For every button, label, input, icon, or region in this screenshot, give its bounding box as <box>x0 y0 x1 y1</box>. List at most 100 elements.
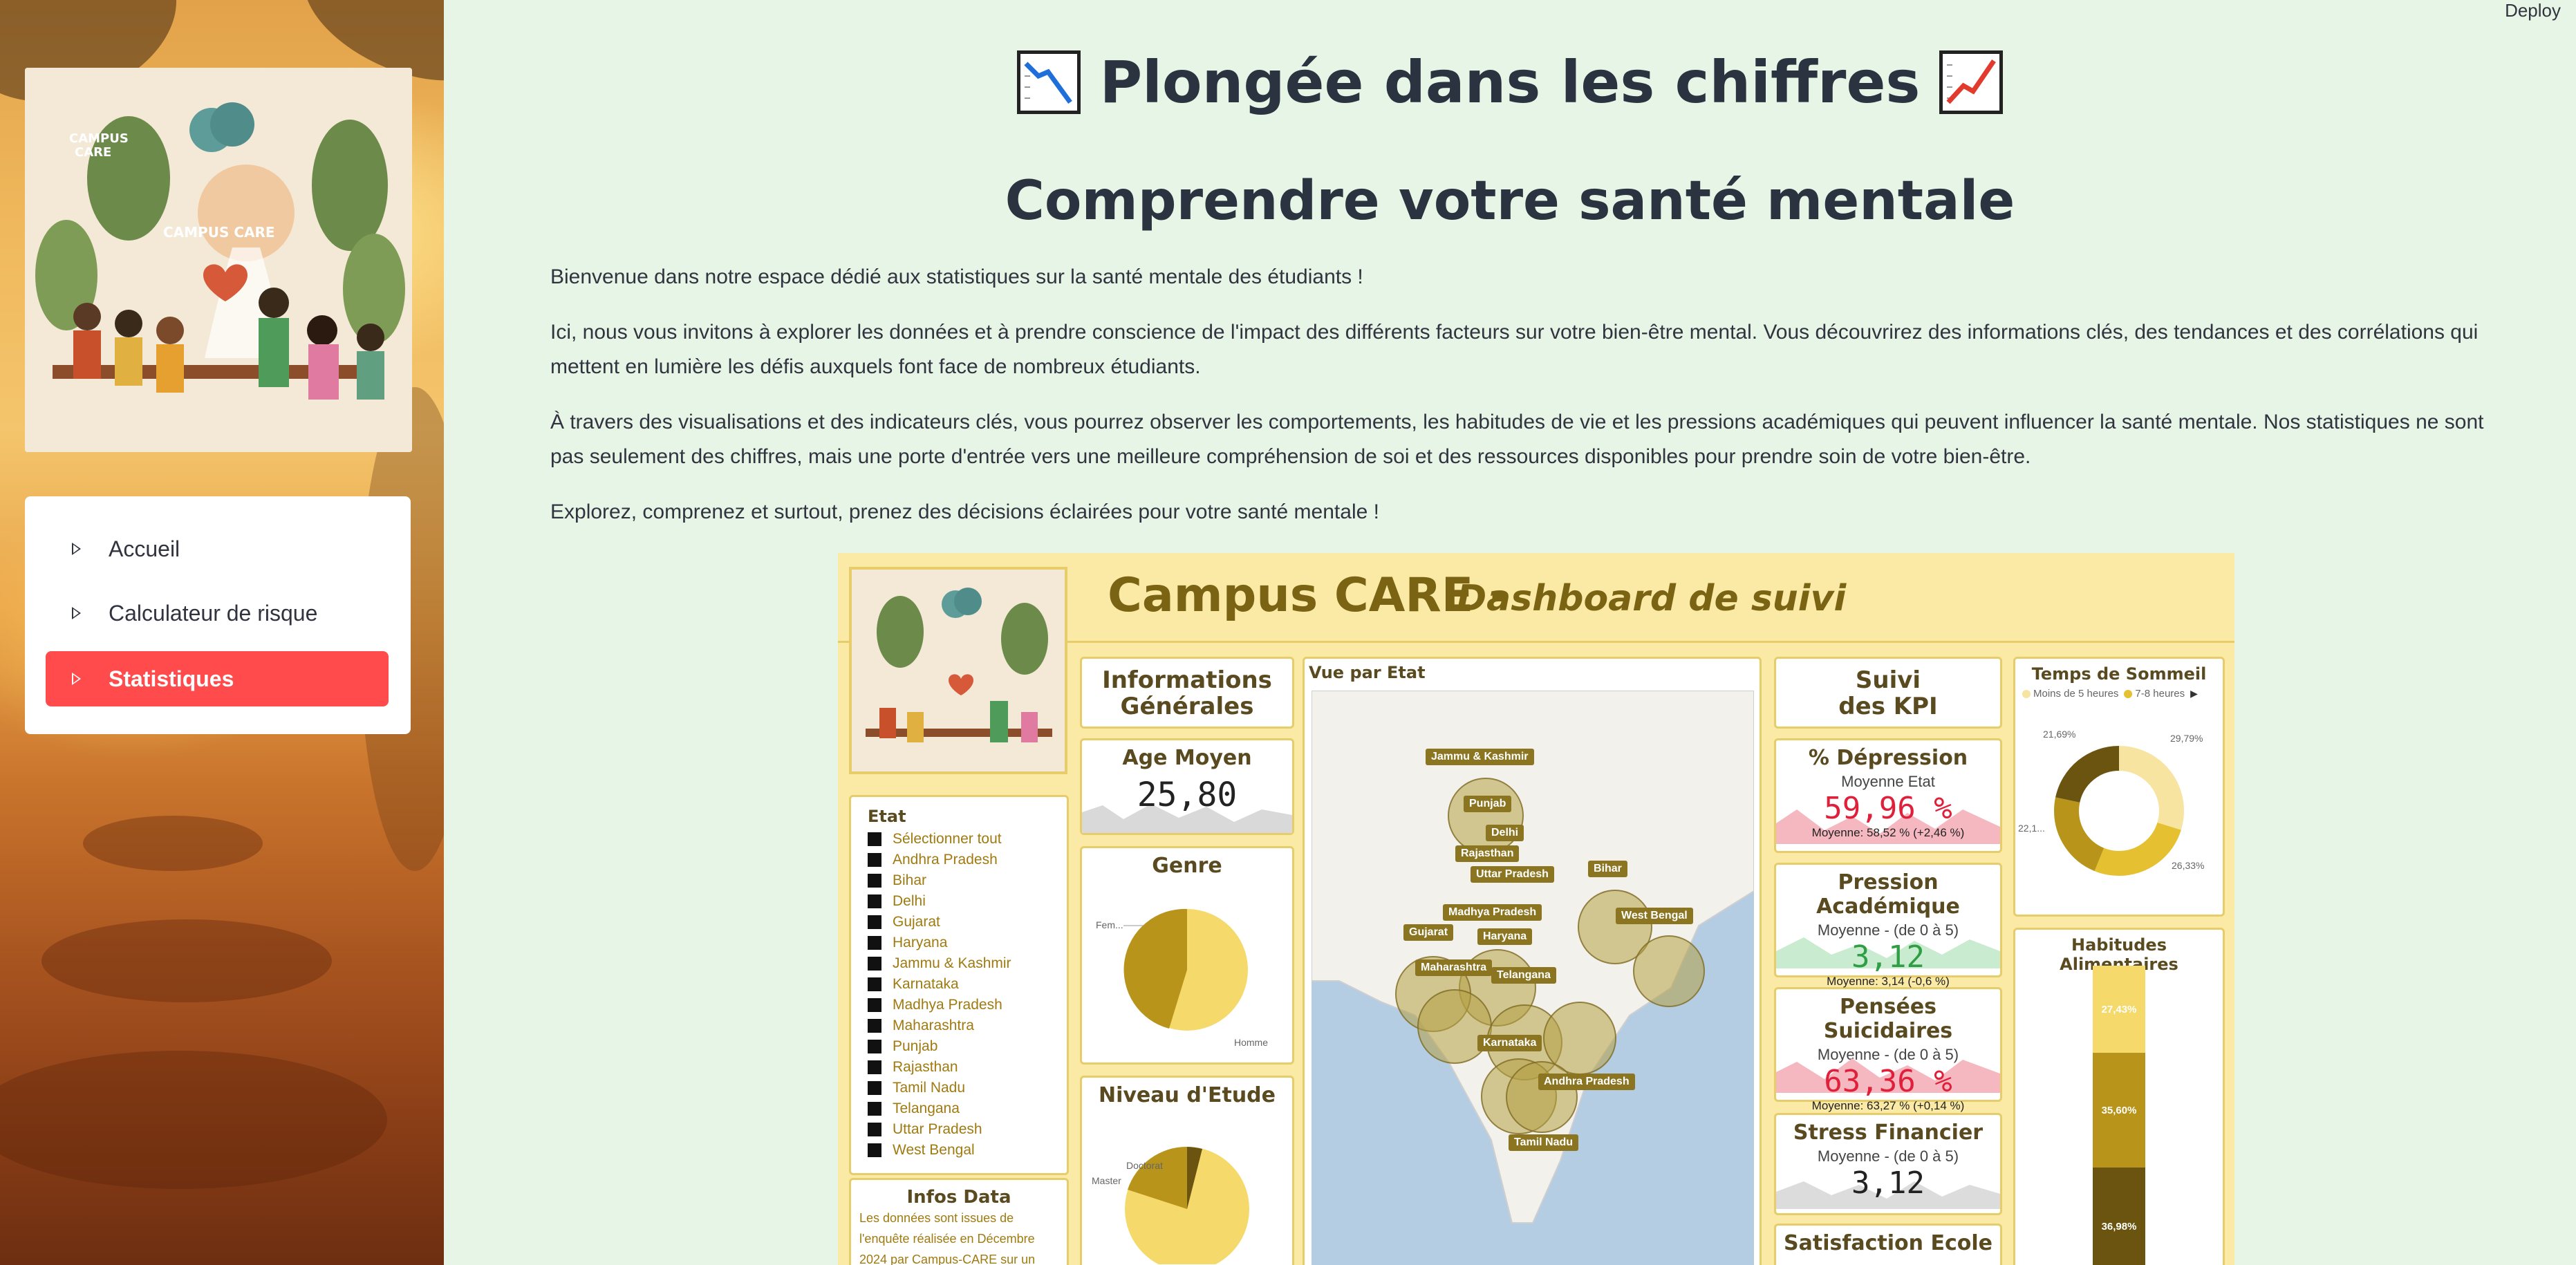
etat-filter-item[interactable]: Sélectionner tout <box>868 829 1067 850</box>
checkbox-icon <box>868 936 881 950</box>
infos-data-title: Infos Data <box>906 1187 1011 1208</box>
etat-label: Sélectionner tout <box>893 831 1002 847</box>
kpi-title: Pensées Suicidaires <box>1823 995 1953 1043</box>
etat-label: Jammu & Kashmir <box>893 955 1011 971</box>
checkbox-icon <box>868 998 881 1012</box>
checkbox-icon <box>868 1019 881 1033</box>
dashboard-title: Campus CARE - <box>1108 568 1510 623</box>
etat-label: West Bengal <box>893 1142 975 1158</box>
etat-filter-item[interactable]: Rajasthan <box>868 1057 1067 1078</box>
genre-label: Homme <box>1234 1037 1268 1048</box>
play-arrow-icon <box>72 543 81 555</box>
chart-decreasing-icon <box>1016 50 1081 114</box>
chart-increasing-icon <box>1939 50 2004 114</box>
etat-label: Haryana <box>893 935 948 950</box>
etat-filter-item[interactable]: Madhya Pradesh <box>868 995 1067 1015</box>
sommeil-pct-label: 26,33% <box>2172 860 2204 871</box>
etat-filter-item[interactable]: West Bengal <box>868 1140 1067 1161</box>
etat-filter-item[interactable]: Punjab <box>868 1036 1067 1057</box>
kpi-footnote: Moyenne: 58,52 % (+2,46 %) <box>1811 826 1965 839</box>
intro-paragraph: Bienvenue dans notre espace dédié aux st… <box>550 265 1363 288</box>
etat-filter-item[interactable]: Andhra Pradesh <box>868 850 1067 870</box>
checkbox-icon <box>868 1143 881 1157</box>
map-label-delhi: Delhi <box>1486 825 1524 841</box>
map-label-gujarat: Gujarat <box>1403 924 1454 941</box>
kpi-subtitle: Moyenne - (de 0 à 5) <box>1817 1147 1959 1165</box>
kpi-card-pensees-suicidaires: Pensées Suicidaires Moyenne - (de 0 à 5)… <box>1774 987 2002 1112</box>
kpi-title: Pression Académique <box>1816 870 1960 919</box>
etat-label: Telangana <box>893 1100 960 1116</box>
checkbox-icon <box>868 853 881 867</box>
map-label-west-bengal: West Bengal <box>1616 908 1693 924</box>
checkbox-icon <box>868 894 881 908</box>
checkbox-icon <box>868 957 881 971</box>
nav-item-label: Calculateur de risque <box>109 600 318 626</box>
etat-label: Delhi <box>893 893 926 909</box>
campus-care-logo-art: CAMPUS CARE CAMPUS CARE <box>25 68 412 452</box>
niveau-etude-title: Niveau d'Etude <box>1098 1083 1276 1107</box>
kpi-card-stress-financier: Stress Financier Moyenne - (de 0 à 5) 3,… <box>1774 1113 2002 1215</box>
habitudes-bar-segment: 27,43% <box>2093 966 2145 1053</box>
svg-text:CAMPUS CARE: CAMPUS CARE <box>163 224 275 241</box>
nav-item-statistiques[interactable]: Statistiques <box>46 651 389 706</box>
niveau-label: Doctorat <box>1126 1160 1163 1171</box>
play-arrow-icon <box>72 673 81 685</box>
etat-label: Tamil Nadu <box>893 1080 966 1096</box>
kpi-title: % Dépression <box>1808 746 1968 770</box>
page-title-text: Plongée dans les chiffres <box>1099 48 1921 116</box>
checkbox-icon <box>868 832 881 846</box>
genre-card: Genre Fem... Homme <box>1080 846 1294 1065</box>
sommeil-legend: Moins de 5 heures 7-8 heures ▶ <box>2015 684 2223 700</box>
kpi-value: 63,36 % <box>1824 1064 1952 1099</box>
nav-item-accueil[interactable]: Accueil <box>46 521 389 577</box>
etat-filter-item[interactable]: Maharashtra <box>868 1015 1067 1036</box>
map-label-uttar-pradesh: Uttar Pradesh <box>1471 866 1554 883</box>
etat-filter-item[interactable]: Telangana <box>868 1098 1067 1119</box>
etat-filter-item[interactable]: Gujarat <box>868 912 1067 933</box>
sidebar: CAMPUS CARE CAMPUS CARE Accueil Calculat… <box>0 0 444 1265</box>
etat-label: Uttar Pradesh <box>893 1121 982 1137</box>
nav-item-label: Accueil <box>109 536 180 561</box>
age-moyen-card: Age Moyen 25,80 <box>1080 738 1294 835</box>
legend-dot-icon <box>2124 689 2133 698</box>
vue-par-etat-map: Vue par Etat Jammu & Kashmir Punjab Delh… <box>1303 657 1762 1265</box>
dashboard-logo-thumbnail <box>849 567 1067 774</box>
etat-filter-item[interactable]: Tamil Nadu <box>868 1078 1067 1098</box>
sand-path-decoration <box>83 816 263 871</box>
nav-item-label: Statistiques <box>109 666 234 691</box>
niveau-etude-card: Niveau d'Etude Doctorat Master <box>1080 1076 1294 1265</box>
campus-care-illustration: CAMPUS CARE CAMPUS CARE <box>25 68 412 452</box>
etat-filter-item[interactable]: Uttar Pradesh <box>868 1119 1067 1140</box>
legend-next-arrow-icon[interactable]: ▶ <box>2190 688 2198 700</box>
etat-filter-item[interactable]: Delhi <box>868 891 1067 912</box>
etat-filter-panel: Etat Sélectionner tout Andhra Pradesh Biha… <box>849 795 1069 1175</box>
etat-filter-item[interactable]: Karnataka <box>868 974 1067 995</box>
etat-label: Gujarat <box>893 914 940 930</box>
sommeil-pct-label: 22,1... <box>2018 823 2045 834</box>
legend-label: Moins de 5 heures <box>2033 688 2119 700</box>
nav-item-calculateur[interactable]: Calculateur de risque <box>46 585 389 641</box>
map-label-punjab: Punjab <box>1464 796 1512 812</box>
kpi-card-pression-academique: Pression Académique Moyenne - (de 0 à 5)… <box>1774 863 2002 988</box>
kpi-subtitle: Moyenne Etat <box>1841 773 1935 790</box>
kpi-header-line: Suivi <box>1855 666 1921 694</box>
map-label-karnataka: Karnataka <box>1477 1035 1542 1051</box>
etat-filter-item[interactable]: Bihar <box>868 870 1067 891</box>
etat-filter-item[interactable]: Jammu & Kashmir <box>868 953 1067 974</box>
suivi-kpi-header: Suivi des KPI <box>1774 657 2002 729</box>
map-label-maharashtra: Maharashtra <box>1415 959 1493 976</box>
deploy-button[interactable]: Deploy <box>2505 0 2561 21</box>
age-moyen-title: Age Moyen <box>1122 746 1252 770</box>
map-label-tamil-nadu: Tamil Nadu <box>1509 1134 1579 1151</box>
sommeil-pct-label: 21,69% <box>2043 729 2075 740</box>
kpi-value: 3,12 <box>1851 939 1925 975</box>
etat-label: Punjab <box>893 1038 938 1054</box>
checkbox-icon <box>868 915 881 929</box>
habitudes-bar-segment: 35,60% <box>2093 1053 2145 1168</box>
genre-title: Genre <box>1152 854 1222 878</box>
etat-list: Sélectionner tout Andhra Pradesh Bihar Delh… <box>851 829 1067 1161</box>
etat-label: Karnataka <box>893 976 959 992</box>
etat-filter-item[interactable]: Haryana <box>868 933 1067 953</box>
niveau-pie-chart: Doctorat Master <box>1092 1146 1249 1264</box>
map-label-bihar: Bihar <box>1588 861 1627 877</box>
